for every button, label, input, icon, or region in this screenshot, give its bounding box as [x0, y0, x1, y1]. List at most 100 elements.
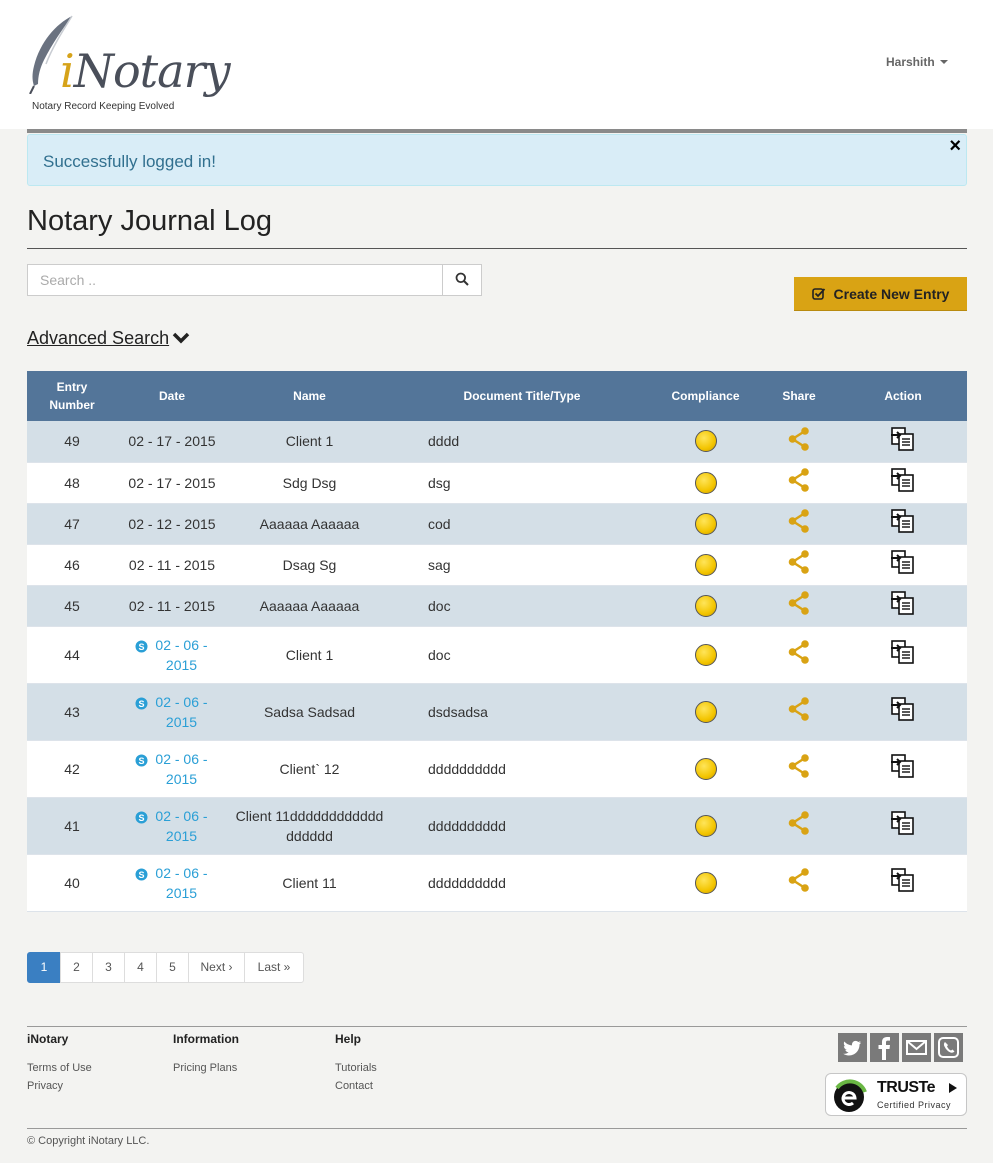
next-page-link[interactable]: Next ›: [188, 952, 245, 983]
row-action-cell: [839, 503, 967, 545]
document-action-icon[interactable]: [890, 811, 916, 840]
skype-icon[interactable]: S: [135, 866, 148, 886]
skype-icon[interactable]: S: [135, 809, 148, 829]
compliance-status-icon[interactable]: [694, 814, 717, 837]
phone-icon[interactable]: [934, 1033, 963, 1062]
table-row[interactable]: 44 S 02 - 06 - 2015 Client 1 doc: [27, 626, 967, 684]
footer-link-tutorials[interactable]: Tutorials: [335, 1062, 377, 1074]
table-row[interactable]: 45 02 - 11 - 2015 Aaaaaa Aaaaaa doc: [27, 585, 967, 627]
footer-link-terms[interactable]: Terms of Use: [27, 1062, 92, 1074]
compliance-status-icon[interactable]: [694, 553, 717, 576]
last-page-link[interactable]: Last »: [244, 952, 304, 983]
close-icon[interactable]: ×: [949, 136, 961, 156]
row-document-title: dddddddddd: [392, 740, 652, 798]
footer-column-inotary: iNotary Terms of Use Privacy: [27, 1032, 92, 1098]
search-input[interactable]: [27, 264, 443, 296]
share-icon[interactable]: [788, 591, 810, 620]
create-new-entry-label: Create New Entry: [833, 285, 950, 302]
share-icon[interactable]: [788, 426, 810, 456]
skype-icon[interactable]: S: [135, 695, 148, 715]
row-date-link[interactable]: 02 - 06 - 2015: [154, 749, 210, 789]
document-action-icon[interactable]: [890, 509, 916, 538]
row-date-cell: S 02 - 06 - 2015: [117, 797, 227, 855]
skype-icon[interactable]: S: [135, 638, 148, 658]
row-share-cell: [759, 462, 839, 504]
footer-divider-top: [27, 1026, 967, 1027]
document-action-icon[interactable]: [890, 697, 916, 726]
row-date-link[interactable]: 02 - 06 - 2015: [154, 863, 210, 903]
document-action-icon[interactable]: [890, 468, 916, 497]
row-date-link[interactable]: 02 - 06 - 2015: [154, 635, 210, 675]
page-link-1[interactable]: 1: [27, 952, 61, 983]
document-action-icon[interactable]: [890, 868, 916, 897]
footer-link-contact[interactable]: Contact: [335, 1080, 377, 1092]
table-row[interactable]: 49 02 - 17 - 2015 Client 1 dddd: [27, 421, 967, 463]
row-share-cell: [759, 854, 839, 912]
compliance-status-icon[interactable]: [694, 471, 717, 494]
share-icon[interactable]: [788, 754, 810, 783]
compliance-status-icon[interactable]: [694, 871, 717, 894]
document-action-icon[interactable]: [890, 550, 916, 579]
page-link-4[interactable]: 4: [124, 952, 157, 983]
table-row[interactable]: 41 S 02 - 06 - 2015 Client 11dddddddddddddd…: [27, 797, 967, 855]
compliance-status-icon[interactable]: [694, 643, 717, 666]
document-action-icon[interactable]: [890, 754, 916, 783]
compliance-status-icon[interactable]: [694, 700, 717, 723]
row-date-link[interactable]: 02 - 06 - 2015: [154, 692, 210, 732]
share-icon[interactable]: [788, 868, 810, 897]
truste-title: TRUSTe: [877, 1079, 936, 1096]
page-link-3[interactable]: 3: [92, 952, 125, 983]
share-icon[interactable]: [788, 697, 810, 726]
mail-icon[interactable]: [902, 1033, 931, 1062]
compliance-status-icon[interactable]: [694, 757, 717, 780]
footer-link-pricing[interactable]: Pricing Plans: [173, 1062, 239, 1074]
facebook-icon[interactable]: [870, 1033, 899, 1062]
table-row[interactable]: 43 S 02 - 06 - 2015 Sadsa Sadsad dsdsadsa: [27, 683, 967, 741]
document-action-icon[interactable]: [890, 426, 916, 456]
page-link-2[interactable]: 2: [60, 952, 93, 983]
row-action-cell: [839, 585, 967, 627]
share-icon[interactable]: [788, 811, 810, 840]
play-arrow-icon: [949, 1083, 957, 1093]
header-entry-number[interactable]: Entry Number: [27, 371, 117, 421]
header-document-title[interactable]: Document Title/Type: [392, 371, 652, 421]
inotary-logo[interactable]: iNotary Notary Record Keeping Evolved: [26, 14, 231, 118]
compliance-status-icon[interactable]: [694, 594, 717, 617]
compliance-status-icon[interactable]: [694, 512, 717, 535]
svg-text:S: S: [138, 642, 144, 652]
truste-badge[interactable]: TRUSTe Certified Privacy: [825, 1073, 967, 1116]
search-button[interactable]: [442, 264, 482, 296]
alert-message: Successfully logged in!: [43, 152, 216, 171]
table-row[interactable]: 40 S 02 - 06 - 2015 Client 11 dddddddddd: [27, 854, 967, 912]
header-name[interactable]: Name: [227, 371, 392, 421]
footer-link-privacy[interactable]: Privacy: [27, 1080, 92, 1092]
row-name: Sdg Dsg: [227, 462, 392, 504]
advanced-search-toggle[interactable]: Advanced Search: [27, 328, 190, 349]
share-icon[interactable]: [788, 468, 810, 497]
row-document-title: dddd: [392, 421, 652, 463]
share-icon[interactable]: [788, 640, 810, 669]
create-new-entry-button[interactable]: Create New Entry: [794, 277, 967, 311]
row-compliance-cell: [652, 544, 759, 586]
header-date[interactable]: Date: [117, 371, 227, 421]
skype-icon[interactable]: S: [135, 752, 148, 772]
row-compliance-cell: [652, 503, 759, 545]
title-divider: [27, 248, 967, 249]
table-row[interactable]: 42 S 02 - 06 - 2015 Client` 12 dddddddddd: [27, 740, 967, 798]
share-icon[interactable]: [788, 509, 810, 538]
page-link-5[interactable]: 5: [156, 952, 189, 983]
row-name-text: Aaaaaa Aaaaaa: [259, 597, 360, 614]
footer-column-help: Help Tutorials Contact: [335, 1032, 377, 1098]
user-menu-dropdown[interactable]: Harshith: [886, 55, 948, 69]
document-action-icon[interactable]: [890, 640, 916, 669]
table-row[interactable]: 47 02 - 12 - 2015 Aaaaaa Aaaaaa cod: [27, 503, 967, 545]
share-icon[interactable]: [788, 550, 810, 579]
document-action-icon[interactable]: [890, 591, 916, 620]
compliance-status-icon[interactable]: [694, 430, 717, 453]
row-date-link[interactable]: 02 - 06 - 2015: [154, 806, 210, 846]
table-row[interactable]: 46 02 - 11 - 2015 Dsag Sg sag: [27, 544, 967, 586]
row-name: Client 11: [227, 854, 392, 912]
table-row[interactable]: 48 02 - 17 - 2015 Sdg Dsg dsg: [27, 462, 967, 504]
row-name: Sadsa Sadsad: [227, 683, 392, 741]
twitter-icon[interactable]: [838, 1033, 867, 1062]
